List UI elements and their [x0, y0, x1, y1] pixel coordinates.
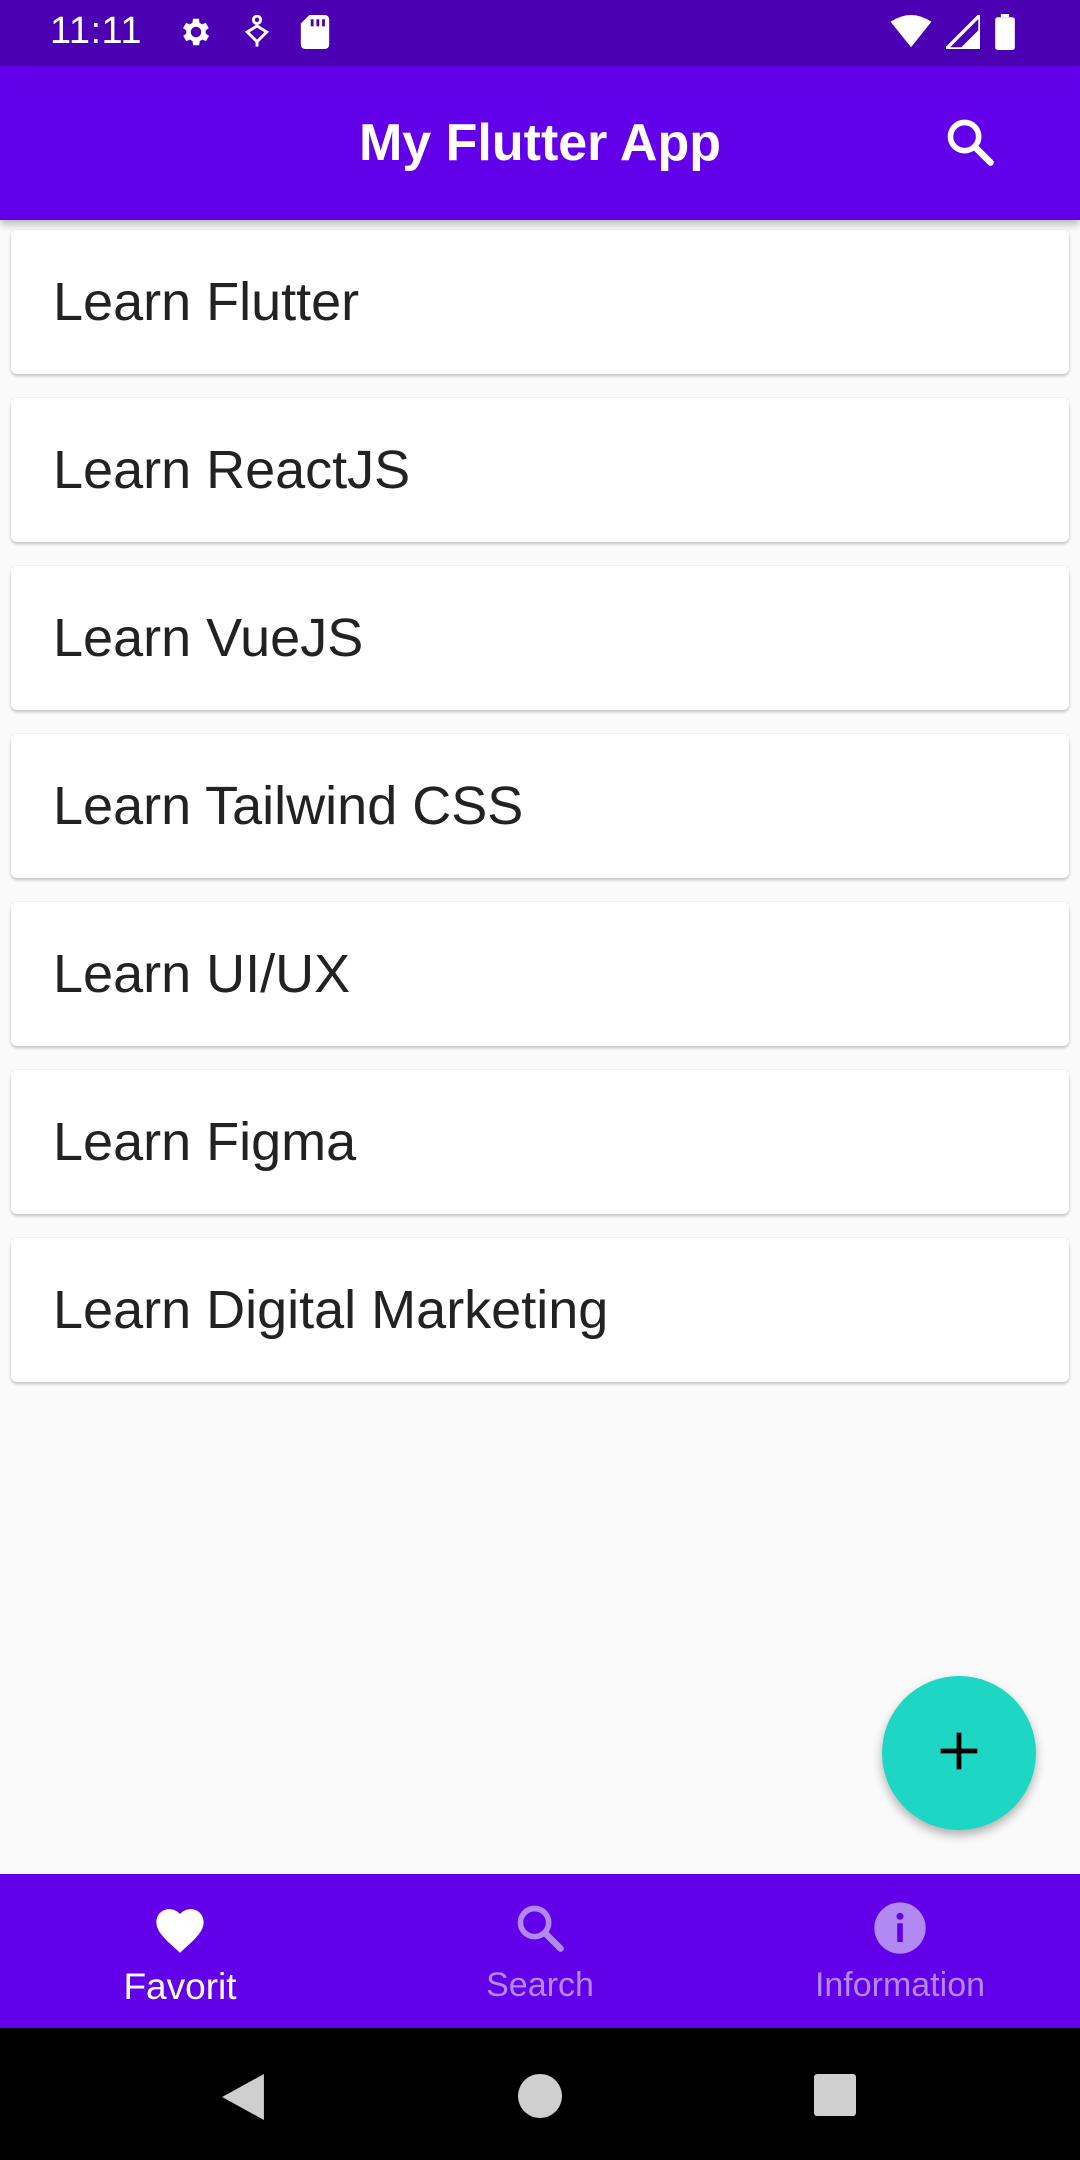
nav-label: Search: [486, 1966, 594, 2004]
list-item-label: Learn Tailwind CSS: [53, 776, 524, 836]
nav-item-search[interactable]: Search: [360, 1874, 720, 2028]
search-icon: [944, 116, 996, 173]
list-item-label: Learn Digital Marketing: [53, 1280, 609, 1340]
app-bar: My Flutter App: [0, 66, 1080, 220]
signal-icon: [941, 10, 982, 54]
system-nav: [0, 2028, 1080, 2160]
app-title: My Flutter App: [358, 114, 722, 172]
course-list: Learn Flutter Learn ReactJS Learn VueJS …: [11, 230, 1069, 1406]
list-item[interactable]: Learn ReactJS: [11, 398, 1069, 542]
search-icon: [514, 1898, 566, 1958]
list-item-label: Learn UI/UX: [53, 944, 351, 1004]
list-item[interactable]: Learn Flutter: [11, 230, 1069, 374]
nav-item-favorit[interactable]: Favorit: [0, 1874, 360, 2028]
accessibility-icon: [242, 14, 272, 54]
gear-icon: [178, 14, 214, 55]
list-item-label: Learn Figma: [53, 1112, 357, 1172]
list-item-label: Learn VueJS: [53, 608, 364, 668]
battery-icon: [994, 14, 1016, 55]
status-time: 11:11: [50, 10, 142, 52]
list-item[interactable]: Learn UI/UX: [11, 902, 1069, 1046]
nav-item-information[interactable]: Information: [720, 1874, 1080, 2028]
list-item-label: Learn ReactJS: [53, 440, 411, 500]
plus-icon: [937, 1729, 981, 1778]
status-icons-left: [178, 14, 330, 55]
list-item[interactable]: Learn VueJS: [11, 566, 1069, 710]
home-icon[interactable]: [518, 2074, 562, 2123]
status-icons-right: [890, 10, 1016, 55]
list-item-label: Learn Flutter: [53, 272, 360, 332]
heart-icon: [151, 1898, 209, 1958]
status-bar: 11:11: [0, 0, 1080, 66]
list-item[interactable]: Learn Tailwind CSS: [11, 734, 1069, 878]
nav-label: Favorit: [123, 1966, 237, 2007]
back-icon[interactable]: [222, 2074, 264, 2125]
info-icon: [872, 1898, 928, 1958]
add-button[interactable]: [882, 1676, 1036, 1830]
list-item[interactable]: Learn Figma: [11, 1070, 1069, 1214]
app-bar-search-button[interactable]: [940, 114, 1000, 174]
recents-icon[interactable]: [814, 2074, 856, 2121]
screen: 11:11 My Flutter App Learn Flutter Learn…: [0, 0, 1080, 2160]
nav-label: Information: [814, 1966, 986, 2004]
list-item[interactable]: Learn Digital Marketing: [11, 1238, 1069, 1382]
bottom-nav: Favorit Search Information: [0, 1874, 1080, 2028]
sd-card-icon: [300, 15, 330, 54]
wifi-icon: [890, 15, 932, 54]
